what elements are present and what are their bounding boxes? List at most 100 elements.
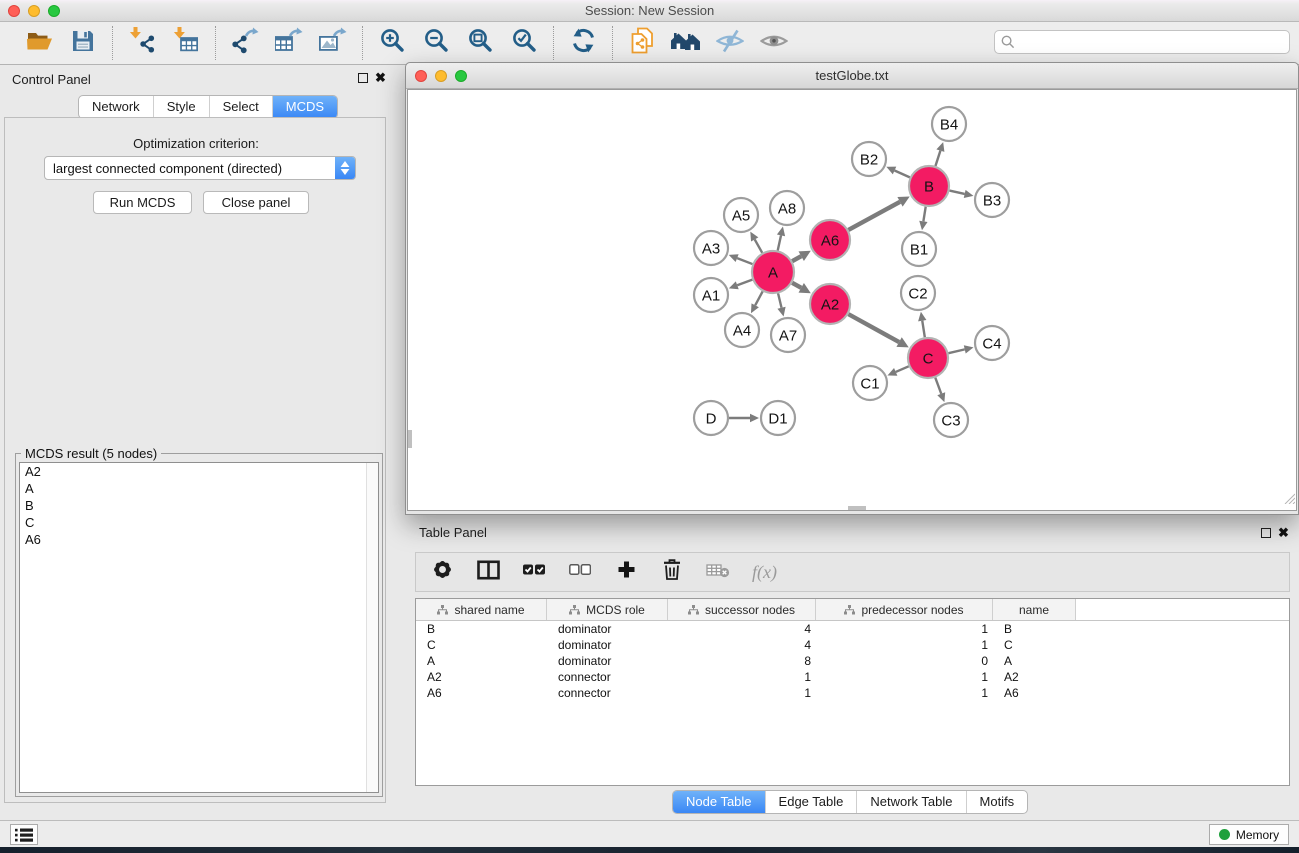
tab-style[interactable]: Style [153,96,209,118]
graph-node-C3[interactable]: C3 [934,403,968,437]
tab-node-table[interactable]: Node Table [673,791,765,813]
eye-button[interactable] [759,28,789,58]
control-panel-float-icon[interactable] [358,73,368,83]
graph-node-A1[interactable]: A1 [694,278,728,312]
graph-node-A2[interactable]: A2 [810,284,850,324]
column-header-predecessor-nodes[interactable]: predecessor nodes [816,599,993,620]
save-session-button[interactable] [68,28,98,58]
window-resize-grip[interactable] [1282,491,1295,509]
column-header-name[interactable]: name [993,599,1076,620]
table-row[interactable]: Adominator80A [416,653,1289,669]
gear-button[interactable] [430,559,454,585]
session-files-button[interactable] [627,28,657,58]
edge-A6-B[interactable] [848,197,909,230]
delete-table-button[interactable] [706,559,730,585]
edge-A-A7[interactable] [777,293,785,316]
edge-C-C2[interactable] [918,312,926,337]
zoom-in-button[interactable] [377,28,407,58]
graph-node-A8[interactable]: A8 [770,191,804,225]
add-column-button[interactable] [614,559,638,585]
refresh-button[interactable] [568,28,598,58]
graph-node-B1[interactable]: B1 [902,232,936,266]
run-mcds-button[interactable]: Run MCDS [93,191,192,214]
table-row[interactable]: A6connector11A6 [416,685,1289,701]
select-all-checks-button[interactable] [522,559,546,585]
graph-node-A5[interactable]: A5 [724,198,758,232]
network-canvas[interactable]: B4 B2 B B3 A8 A5 A6 A3 B1 A A1 C2 A2 A4 A7 C4 C C1 C3 D D1 [407,89,1297,511]
result-node-item[interactable]: B [20,497,378,514]
network-window-titlebar[interactable]: testGlobe.txt [406,63,1298,89]
tab-motifs[interactable]: Motifs [966,791,1028,813]
edge-B-B2[interactable] [886,167,910,178]
column-header-successor-nodes[interactable]: successor nodes [668,599,816,620]
edge-B-B1[interactable] [919,207,927,230]
table-row[interactable]: Bdominator41B [416,621,1289,637]
graph-node-C4[interactable]: C4 [975,326,1009,360]
tab-network-table[interactable]: Network Table [856,791,965,813]
column-header-mcds-role[interactable]: MCDS role [547,599,668,620]
result-node-item[interactable]: C [20,514,378,531]
graph-node-A3[interactable]: A3 [694,231,728,265]
tab-mcds[interactable]: MCDS [272,96,337,118]
graph-node-A4[interactable]: A4 [725,313,759,347]
edge-C-C1[interactable] [887,366,908,375]
graph-node-C[interactable]: C [908,338,948,378]
result-list-scrollbar[interactable] [366,463,378,792]
graph-node-D1[interactable]: D1 [761,401,795,435]
edge-A-A4[interactable] [751,291,763,313]
result-node-item[interactable]: A [20,480,378,497]
graph-node-B4[interactable]: B4 [932,107,966,141]
edge-A-A2[interactable] [792,283,811,293]
memory-button[interactable]: Memory [1209,824,1289,845]
zoom-selected-button[interactable] [509,28,539,58]
export-table-button[interactable] [274,28,304,58]
search-input[interactable] [994,30,1290,54]
control-panel-close-icon[interactable]: ✖ [375,70,386,86]
graph-node-C1[interactable]: C1 [853,366,887,400]
graph-node-B3[interactable]: B3 [975,183,1009,217]
zoom-out-button[interactable] [421,28,451,58]
export-network-button[interactable] [230,28,260,58]
table-panel-float-icon[interactable] [1261,528,1271,538]
home-button[interactable] [671,28,701,58]
canvas-horizontal-scrollbar[interactable] [848,506,866,510]
column-header-shared-name[interactable]: shared name [416,599,547,620]
split-columns-button[interactable] [476,559,500,585]
graph-node-A6[interactable]: A6 [810,220,850,260]
eye-slash-button[interactable] [715,28,745,58]
edge-A-A1[interactable] [729,280,753,290]
zoom-fit-button[interactable] [465,28,495,58]
edge-A-A5[interactable] [750,232,762,253]
graph-node-A7[interactable]: A7 [771,318,805,352]
table-row[interactable]: A2connector11A2 [416,669,1289,685]
graph-node-B[interactable]: B [909,166,949,206]
delete-column-button[interactable] [660,559,684,585]
edge-C-C4[interactable] [948,345,973,353]
task-history-button[interactable] [10,824,38,845]
result-node-item[interactable]: A2 [20,463,378,480]
edge-A-A8[interactable] [777,227,785,251]
edge-A2-C[interactable] [848,314,908,347]
export-image-button[interactable] [318,28,348,58]
optimization-criterion-select[interactable]: largest connected component (directed) [44,156,356,180]
canvas-vertical-scrollbar[interactable] [408,430,412,448]
table-panel-close-icon[interactable]: ✖ [1278,525,1289,541]
result-node-item[interactable]: A6 [20,531,378,548]
table-row[interactable]: Cdominator41C [416,637,1289,653]
close-panel-button[interactable]: Close panel [203,191,309,214]
edge-B-B3[interactable] [949,190,973,198]
edge-A-A3[interactable] [729,254,753,264]
graph-node-D[interactable]: D [694,401,728,435]
edge-A-A6[interactable] [792,251,811,261]
tab-network[interactable]: Network [79,96,153,118]
graph-node-C2[interactable]: C2 [901,276,935,310]
edge-C-C3[interactable] [935,378,945,402]
open-session-button[interactable] [24,28,54,58]
import-network-button[interactable] [127,28,157,58]
edge-D-D1[interactable] [729,414,759,422]
import-table-button[interactable] [171,28,201,58]
graph-node-A[interactable]: A [752,251,794,293]
tab-select[interactable]: Select [209,96,272,118]
graph-node-B2[interactable]: B2 [852,142,886,176]
edge-B-B4[interactable] [935,142,944,166]
